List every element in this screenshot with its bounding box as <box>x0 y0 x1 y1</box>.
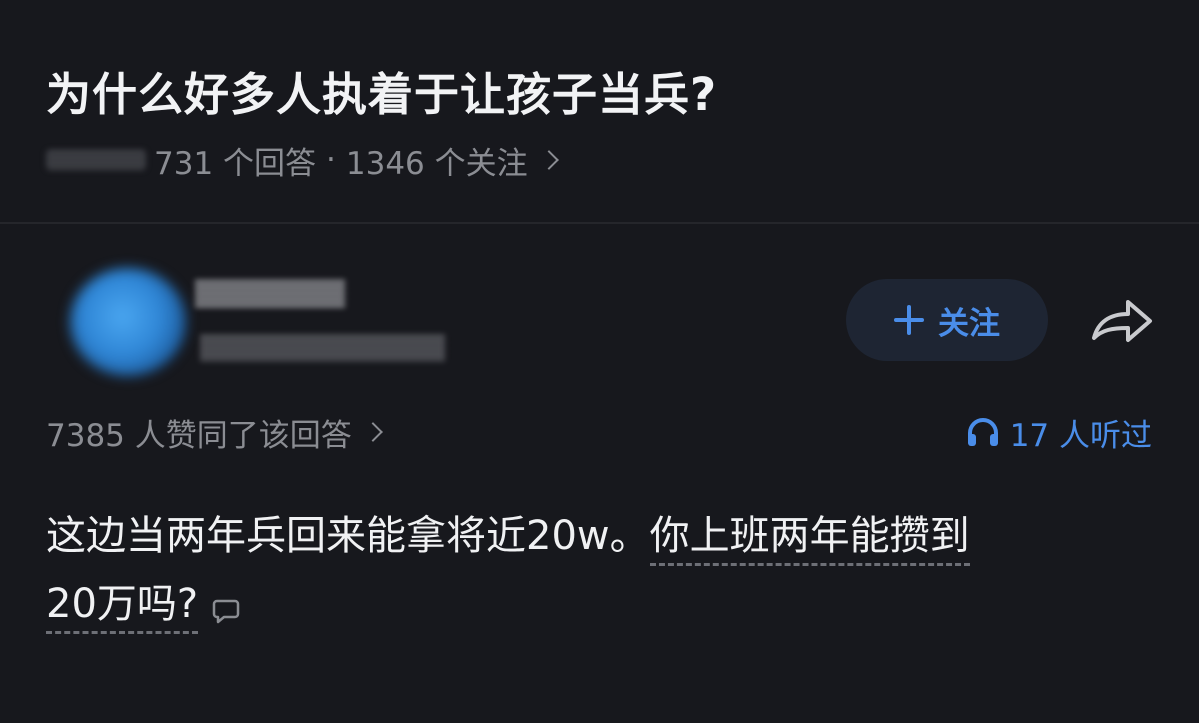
chevron-right-icon <box>538 150 559 170</box>
comment-bubble-icon[interactable] <box>212 597 240 625</box>
share-arrow-icon[interactable] <box>1088 292 1154 348</box>
question-title[interactable]: 为什么好多人执着于让孩子当兵? <box>46 58 717 123</box>
meta-separator: · <box>326 142 336 178</box>
chevron-right-icon <box>362 422 383 442</box>
author-name-blurred[interactable] <box>195 280 345 308</box>
answer-line-1: 这边当两年兵回来能拿将近20w。你上班两年能攒到 <box>46 502 1156 570</box>
listen-count[interactable]: 17 人听过 <box>966 410 1152 454</box>
section-divider <box>0 222 1199 224</box>
answer-text-highlight-2[interactable]: 20万吗? <box>46 581 199 634</box>
answer-body: 这边当两年兵回来能拿将近20w。你上班两年能攒到 20万吗? <box>46 502 1156 638</box>
author-avatar[interactable] <box>70 268 186 376</box>
answer-text-part1: 这边当两年兵回来能拿将近20w。 <box>46 513 650 559</box>
question-meta[interactable]: 731 个回答 · 1346 个关注 <box>46 138 559 182</box>
question-header: 为什么好多人执着于让孩子当兵? 731 个回答 · 1346 个关注 <box>0 0 1199 222</box>
vote-count-text: 7385 人赞同了该回答 <box>46 417 352 454</box>
answer-text-highlight[interactable]: 你上班两年能攒到 <box>649 513 970 566</box>
vote-summary[interactable]: 7385 人赞同了该回答 <box>46 410 383 454</box>
answer-count: 731 个回答 <box>154 145 317 182</box>
listen-count-text: 17 人听过 <box>1009 417 1152 454</box>
author-bio-blurred <box>200 335 445 361</box>
plus-icon <box>894 305 924 335</box>
answer-line-2: 20万吗? <box>46 570 1156 638</box>
follow-button[interactable]: 关注 <box>846 279 1048 361</box>
follower-count: 1346 个关注 <box>345 145 528 182</box>
blurred-topic-label <box>46 150 146 170</box>
headphone-icon <box>967 418 998 446</box>
follow-button-label: 关注 <box>938 305 1000 342</box>
